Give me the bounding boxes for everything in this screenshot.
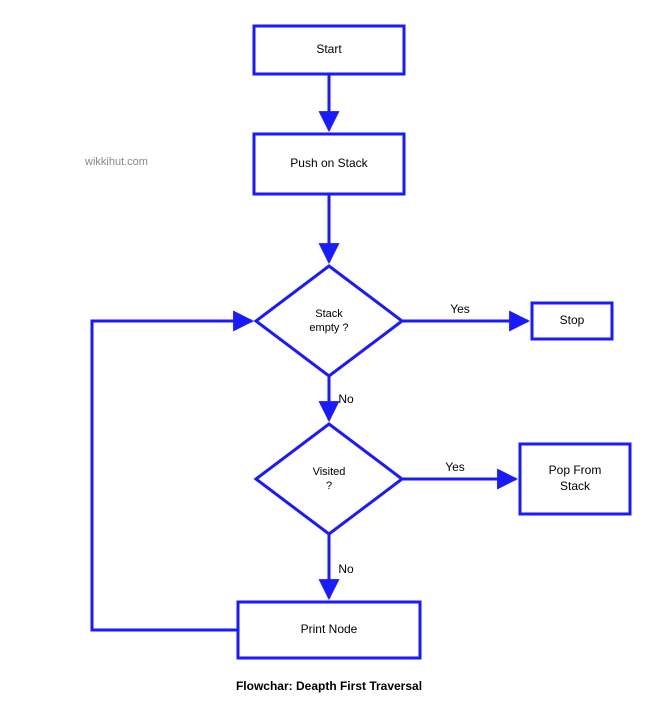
node-print-label: Print Node (301, 622, 358, 636)
node-start: Start (254, 26, 404, 74)
edge-d1-no-label: No (338, 392, 354, 406)
node-stop: Stop (532, 303, 612, 339)
node-push-label: Push on Stack (290, 156, 368, 170)
edge-d2-yes-label: Yes (445, 460, 465, 474)
node-pop-line1: Pop From (549, 463, 602, 477)
node-d1-line1: Stack (315, 308, 343, 320)
node-d2-line2: ? (326, 480, 332, 492)
node-start-label: Start (316, 42, 342, 56)
node-print: Print Node (238, 602, 420, 658)
edge-d2-no-label: No (338, 562, 354, 576)
node-pop-line2: Stack (560, 479, 591, 493)
watermark-text: wikkihut.com (84, 156, 148, 168)
node-push: Push on Stack (254, 134, 404, 194)
flowchart-diagram: wikkihut.com Start Push on Stack Stack e… (0, 0, 648, 720)
edge-print-to-d1-loop (92, 321, 252, 630)
edge-d1-yes-label: Yes (450, 302, 470, 316)
node-d1-line2: empty ? (309, 322, 348, 334)
node-decision-visited: Visited ? (256, 424, 402, 534)
diagram-caption: Flowchar: Deapth First Traversal (236, 679, 422, 693)
node-decision-stack-empty: Stack empty ? (256, 266, 402, 376)
node-d2-line1: Visited (313, 466, 346, 478)
node-pop: Pop From Stack (520, 444, 630, 514)
node-stop-label: Stop (560, 313, 585, 327)
